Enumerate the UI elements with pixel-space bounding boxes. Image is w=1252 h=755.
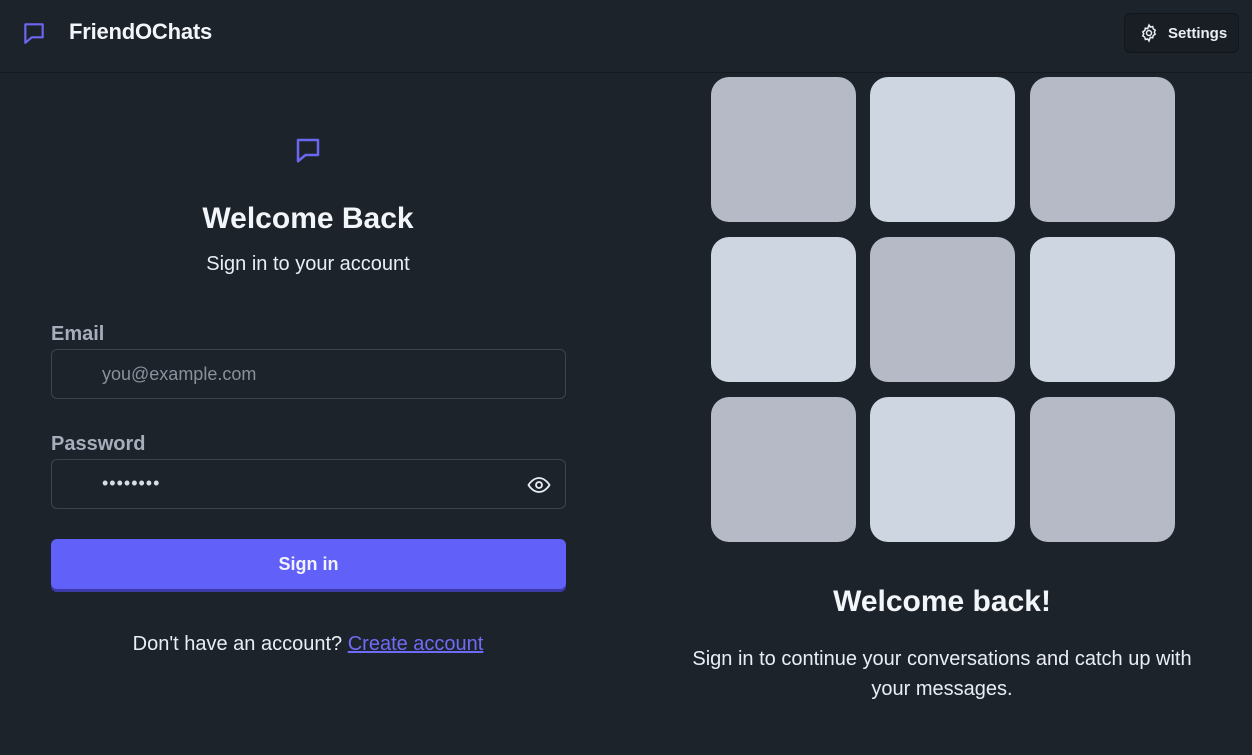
settings-label: Settings: [1168, 24, 1228, 42]
signup-prompt: Don't have an account?: [132, 633, 343, 655]
email-label: Email: [51, 323, 105, 345]
top-navbar: FriendOChats Settings: [0, 0, 1252, 73]
promo-tile: [870, 397, 1015, 542]
promo-title: Welcome back!: [833, 585, 1051, 618]
app-name[interactable]: FriendOChats: [69, 19, 212, 45]
promo-tile: [870, 77, 1015, 222]
chat-bubble-icon: [296, 138, 320, 163]
create-account-link[interactable]: Create account: [348, 633, 484, 655]
promo-tile: [1030, 237, 1175, 382]
email-field-wrapper: [51, 349, 566, 399]
promo-description: Sign in to continue your conversations a…: [692, 648, 1192, 700]
settings-button[interactable]: Settings: [1124, 13, 1239, 53]
password-field[interactable]: ••••••••: [51, 459, 566, 509]
promo-tile: [1030, 77, 1175, 222]
promo-tile: [870, 237, 1015, 382]
promo-tile: [711, 77, 856, 222]
login-panel: Welcome Back Sign in to your account Ema…: [0, 73, 616, 755]
chat-bubble-icon: [24, 23, 44, 44]
password-masked-value: ••••••••: [102, 473, 161, 493]
password-label: Password: [51, 433, 146, 455]
promo-tile: [1030, 397, 1175, 542]
login-title: Welcome Back: [202, 202, 414, 235]
eye-icon[interactable]: [526, 473, 552, 497]
promo-tile: [711, 397, 856, 542]
promo-tile: [711, 237, 856, 382]
gear-icon: [1141, 23, 1157, 43]
signup-prompt-line: Don't have an account? Create account: [0, 633, 616, 656]
sign-in-button[interactable]: Sign in: [51, 539, 566, 589]
login-subtitle: Sign in to your account: [206, 253, 410, 275]
email-field[interactable]: [102, 350, 502, 398]
